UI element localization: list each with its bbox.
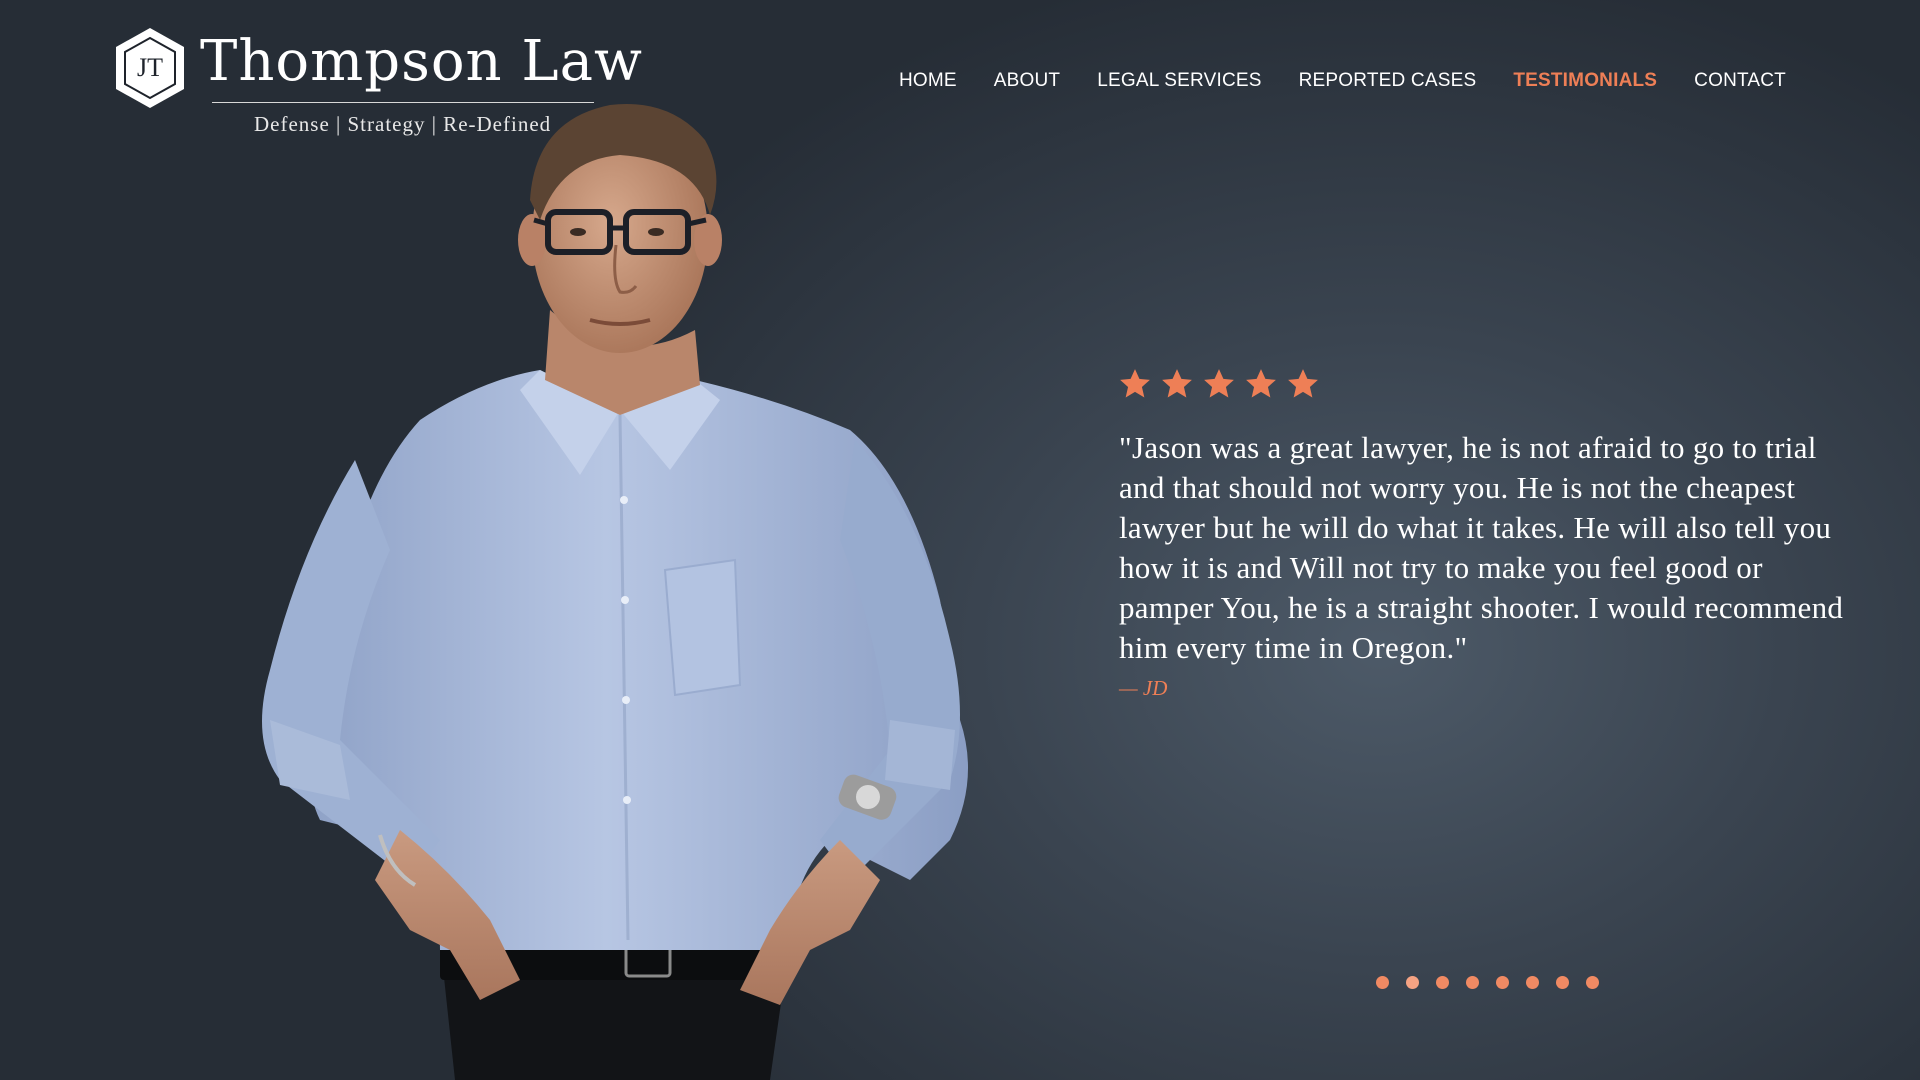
testimonial-quote: "Jason was a great lawyer, he is not afr… — [1119, 430, 1844, 665]
star-icon — [1204, 369, 1234, 398]
brand-tagline: Defense | Strategy | Re-Defined — [254, 112, 552, 136]
nav-link-about[interactable]: ABOUT — [994, 70, 1060, 92]
carousel-dot[interactable] — [1526, 976, 1539, 989]
carousel-dot[interactable] — [1496, 976, 1509, 989]
brand-logo[interactable]: JT Thompson Law Defense | Strategy | Re-… — [112, 24, 642, 144]
star-icon — [1246, 369, 1276, 398]
star-icon — [1162, 369, 1192, 398]
nav-link-home[interactable]: HOME — [899, 70, 957, 92]
logo-monogram: JT — [137, 53, 163, 82]
testimonial-author: — JD — [1119, 676, 1168, 700]
hero-portrait-image — [262, 104, 968, 1080]
carousel-pagination — [1376, 976, 1599, 989]
nav-link-contact[interactable]: CONTACT — [1694, 70, 1786, 92]
main-navigation: HOME ABOUT LEGAL SERVICES REPORTED CASES… — [862, 70, 1786, 92]
carousel-dot[interactable] — [1406, 976, 1419, 989]
star-icon — [1288, 369, 1318, 398]
brand-name: Thompson Law — [200, 29, 643, 94]
hero-section: JT Thompson Law Defense | Strategy | Re-… — [0, 0, 1920, 1080]
star-rating — [1118, 367, 1320, 401]
nav-link-reported-cases[interactable]: REPORTED CASES — [1299, 70, 1477, 92]
star-icon — [1120, 369, 1150, 398]
nav-link-legal-services[interactable]: LEGAL SERVICES — [1097, 70, 1261, 92]
carousel-dot[interactable] — [1436, 976, 1449, 989]
carousel-dot[interactable] — [1376, 976, 1389, 989]
nav-link-testimonials[interactable]: TESTIMONIALS — [1513, 70, 1657, 92]
carousel-dot[interactable] — [1586, 976, 1599, 989]
carousel-dot[interactable] — [1466, 976, 1479, 989]
hexagon-monogram-icon: JT — [116, 28, 184, 108]
logo-divider — [212, 102, 594, 103]
carousel-dot[interactable] — [1556, 976, 1569, 989]
